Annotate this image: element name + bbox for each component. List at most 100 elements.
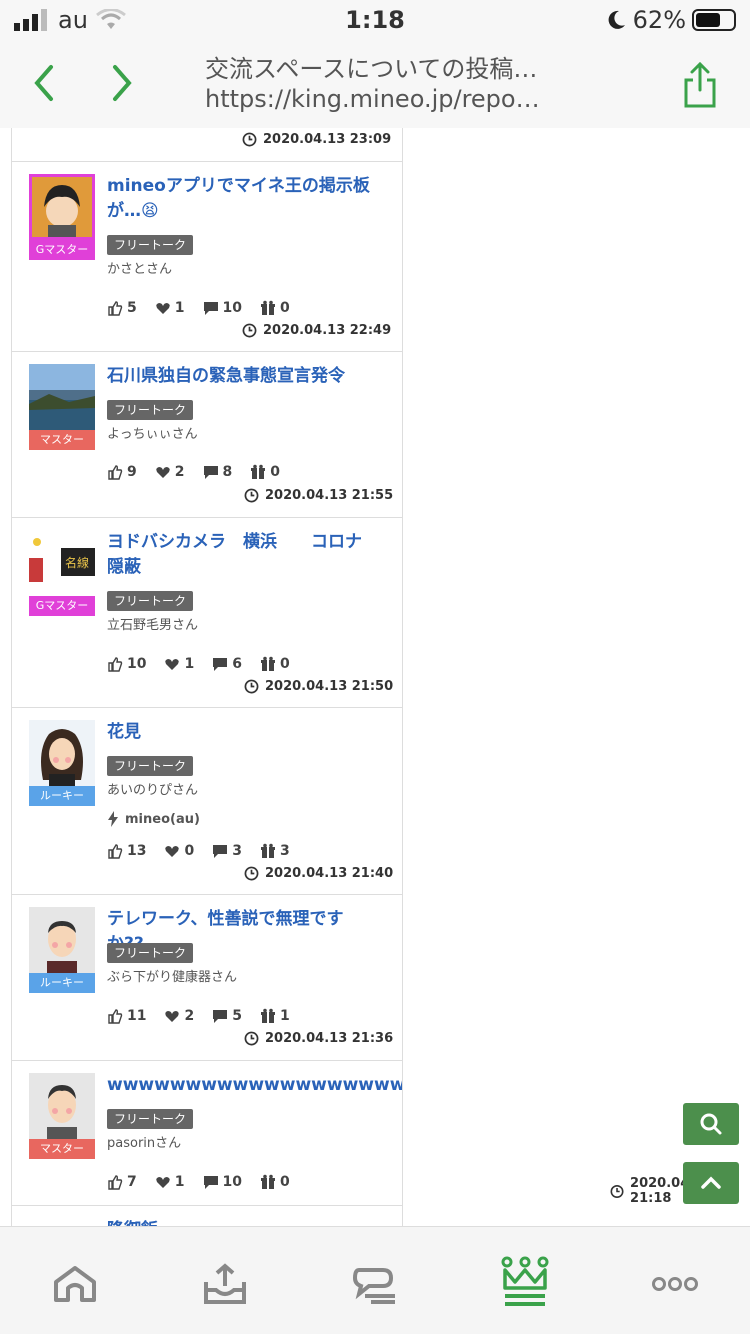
tab-king[interactable] xyxy=(495,1253,555,1313)
gift-count: 1 xyxy=(279,1008,290,1024)
thumbs-up-icon xyxy=(108,465,123,480)
like-count: 11 xyxy=(127,1008,147,1024)
post-stats: 11 2 5 1 xyxy=(107,1008,290,1024)
heart-icon xyxy=(156,303,170,314)
tab-home[interactable] xyxy=(45,1259,105,1309)
gift-icon xyxy=(260,1008,275,1023)
post-date: 2020.04.13 22:49 xyxy=(242,323,391,338)
scroll-top-button[interactable] xyxy=(683,1162,739,1204)
post-date: 2020.04.13 21:36 xyxy=(244,1031,393,1046)
heart-icon xyxy=(165,1011,180,1022)
like-count: 5 xyxy=(127,300,137,316)
author-name[interactable]: 立石野毛男さん xyxy=(107,614,198,633)
comment-count: 5 xyxy=(232,1008,242,1024)
post-stats: 5 1 10 0 xyxy=(107,300,290,316)
post-stats: 13 0 3 3 xyxy=(107,843,290,859)
post-date: 2020.04.13 21:40 xyxy=(244,866,393,881)
tab-post[interactable] xyxy=(195,1259,255,1309)
post-title-link[interactable]: 降御飯 xyxy=(107,1218,377,1226)
author-name[interactable]: よっちぃぃさん xyxy=(107,423,198,442)
author-name[interactable]: あいのりぴさん xyxy=(107,779,198,798)
heart-icon xyxy=(156,467,170,478)
like-count: 10 xyxy=(127,656,147,672)
comment-icon xyxy=(203,466,218,479)
heart-icon xyxy=(165,846,180,857)
post-date: 2020.04.13 23:09 xyxy=(242,132,391,147)
address-bar[interactable]: 交流スペースについての投稿… https://king.mineo.jp/rep… xyxy=(205,54,645,114)
author-name[interactable]: かさとさん xyxy=(107,258,172,277)
post-title-link[interactable]: 花見 xyxy=(107,720,377,745)
post-title-link[interactable]: mineoアプリでマイネ王の掲示板が…😫 xyxy=(107,174,377,224)
list-item[interactable]: マスター 石川県独自の緊急事態宣言発令 フリートーク よっちぃぃさん 9 2 8… xyxy=(12,352,402,518)
category-tag[interactable]: フリートーク xyxy=(107,756,194,776)
avatar xyxy=(29,174,95,240)
list-item[interactable]: マスター wwwwwwwwwwwwwwwwwwwwwwwwwwwwwwwwwww… xyxy=(12,1061,402,1206)
heart-count: 2 xyxy=(174,464,185,480)
clock-icon xyxy=(242,132,257,147)
heart-count: 2 xyxy=(184,1008,195,1024)
post-stats: 7 1 10 0 xyxy=(107,1174,290,1190)
sim-type: mineo(au) xyxy=(107,811,200,827)
list-item[interactable]: 2020.04.13 23:09 xyxy=(12,128,402,162)
search-button[interactable] xyxy=(683,1103,739,1145)
share-icon xyxy=(684,61,716,108)
gift-icon xyxy=(251,464,266,479)
avatar xyxy=(29,1073,95,1139)
thumbs-up-icon xyxy=(108,1175,123,1190)
list-item[interactable]: 名線 Gマスター ヨドバシカメラ 横浜 コロナ隠蔽 フリートーク 立石野毛男さん… xyxy=(12,518,402,708)
home-icon xyxy=(54,1266,96,1302)
author-name[interactable]: pasorinさん xyxy=(107,1132,181,1151)
list-item[interactable]: ルーキー 花見 フリートーク あいのりぴさん mineo(au) 13 0 3 … xyxy=(12,708,402,895)
battery-icon xyxy=(692,9,736,31)
list-item[interactable]: 降御飯 xyxy=(12,1206,402,1226)
rank-badge: Gマスター xyxy=(29,596,95,616)
thumbs-up-icon xyxy=(108,844,123,859)
back-button[interactable] xyxy=(24,58,64,108)
heart-icon xyxy=(165,659,180,670)
browser-nav-bar: 交流スペースについての投稿… https://king.mineo.jp/rep… xyxy=(0,40,750,128)
more-icon xyxy=(652,1277,698,1291)
comment-count: 10 xyxy=(222,300,242,316)
inbox-upload-icon xyxy=(204,1263,246,1304)
category-tag[interactable]: フリートーク xyxy=(107,1109,194,1129)
avatar xyxy=(29,720,95,786)
share-button[interactable] xyxy=(680,60,720,110)
rank-badge: Gマスター xyxy=(29,240,95,260)
comment-count: 3 xyxy=(232,843,242,859)
heart-count: 1 xyxy=(174,1174,185,1190)
bottom-tab-bar xyxy=(0,1226,750,1334)
tab-messages[interactable] xyxy=(345,1259,405,1309)
clock-icon xyxy=(244,1031,259,1046)
gift-icon xyxy=(260,1174,275,1189)
gift-count: 0 xyxy=(279,1174,290,1190)
rank-badge: マスター xyxy=(29,430,95,450)
post-title-link[interactable]: ヨドバシカメラ 横浜 コロナ隠蔽 xyxy=(107,530,377,580)
category-tag[interactable]: フリートーク xyxy=(107,943,194,963)
battery-percent: 62% xyxy=(632,6,686,34)
clock-icon xyxy=(242,323,257,338)
post-stats: 10 1 6 0 xyxy=(107,656,290,672)
forward-button[interactable] xyxy=(102,58,142,108)
category-tag[interactable]: フリートーク xyxy=(107,400,194,420)
category-tag[interactable]: フリートーク xyxy=(107,235,194,255)
tab-more[interactable] xyxy=(645,1259,705,1309)
post-title-link[interactable]: wwwwwwwwwwwwwwwwwwwwwwwwwwwwwwwwwwwwwwww… xyxy=(107,1073,402,1098)
moon-icon xyxy=(608,10,625,29)
post-title-link[interactable]: 石川県独自の緊急事態宣言発令 xyxy=(107,364,377,389)
arrow-up-icon xyxy=(701,1176,721,1189)
post-stats: 9 2 8 0 xyxy=(107,464,280,480)
comment-icon xyxy=(203,302,218,315)
heart-count: 0 xyxy=(184,843,195,859)
bolt-icon xyxy=(108,811,118,827)
author-name[interactable]: ぶら下がり健康器さん xyxy=(107,966,237,985)
list-item[interactable]: ルーキー テレワーク、性善説で無理ですか?? フリートーク ぶら下がり健康器さん… xyxy=(12,895,402,1061)
list-item[interactable]: Gマスター mineoアプリでマイネ王の掲示板が…😫 フリートーク かさとさん … xyxy=(12,162,402,352)
rank-badge: ルーキー xyxy=(29,973,95,993)
post-list: 2020.04.13 23:09 Gマスター mineoアプリでマイネ王の掲示板… xyxy=(11,128,403,1226)
crown-icon xyxy=(501,1256,549,1306)
like-count: 9 xyxy=(127,464,137,480)
post-date: 2020.04.13 21:55 xyxy=(244,488,393,503)
comment-icon xyxy=(213,1010,228,1023)
category-tag[interactable]: フリートーク xyxy=(107,591,194,611)
gift-icon xyxy=(260,843,275,858)
